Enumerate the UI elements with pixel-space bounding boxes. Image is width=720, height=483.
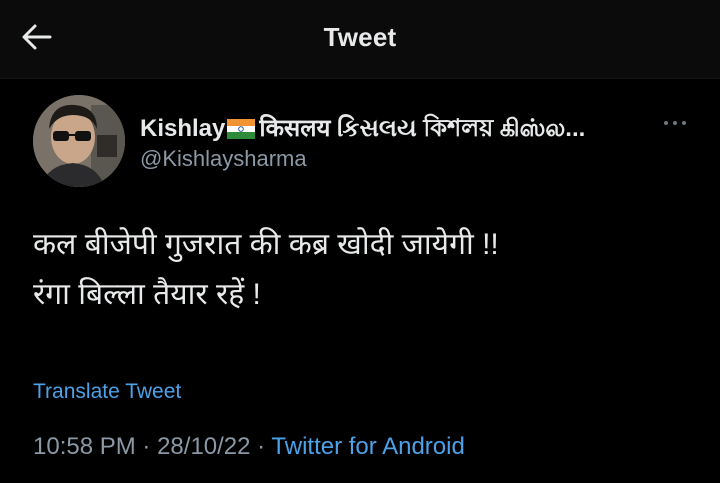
- more-options-button[interactable]: [662, 116, 688, 130]
- tweet-line: रंगा बिल्ला तैयार रहें !: [33, 278, 261, 311]
- tweet-date: 28/10/22: [157, 433, 251, 460]
- tweet-source-link[interactable]: Twitter for Android: [271, 433, 464, 460]
- author-name-text: Kishlay: [140, 115, 226, 142]
- header-divider: [0, 78, 720, 79]
- meta-separator: ·: [142, 433, 151, 460]
- author-handle[interactable]: @Kishlaysharma: [140, 146, 307, 172]
- page-title: Tweet: [323, 22, 397, 52]
- tweet-text: कल बीजेपी गुजरात की कब्र खोदी जायेगी !! …: [33, 220, 693, 320]
- author-name[interactable]: Kishlay किसलय કિસલય কিশলয় கிஸ்ல...: [140, 110, 660, 150]
- avatar[interactable]: [33, 95, 125, 187]
- tweet-time: 10:58 PM: [33, 433, 136, 460]
- tweet-meta: 10:58 PM · 28/10/22 · Twitter for Androi…: [33, 433, 465, 461]
- translate-tweet-link[interactable]: Translate Tweet: [33, 380, 181, 404]
- meta-separator: ·: [257, 433, 266, 460]
- more-dots-icon: [662, 117, 688, 134]
- author-name-suffix: किसलय કિસલય কিশলয় கிஸ்ல...: [259, 115, 586, 142]
- top-bar: Tweet: [0, 0, 720, 78]
- tweet-line: कल बीजेपी गुजरात की कब्र खोदी जायेगी !!: [33, 228, 499, 261]
- india-flag-icon: [227, 118, 256, 139]
